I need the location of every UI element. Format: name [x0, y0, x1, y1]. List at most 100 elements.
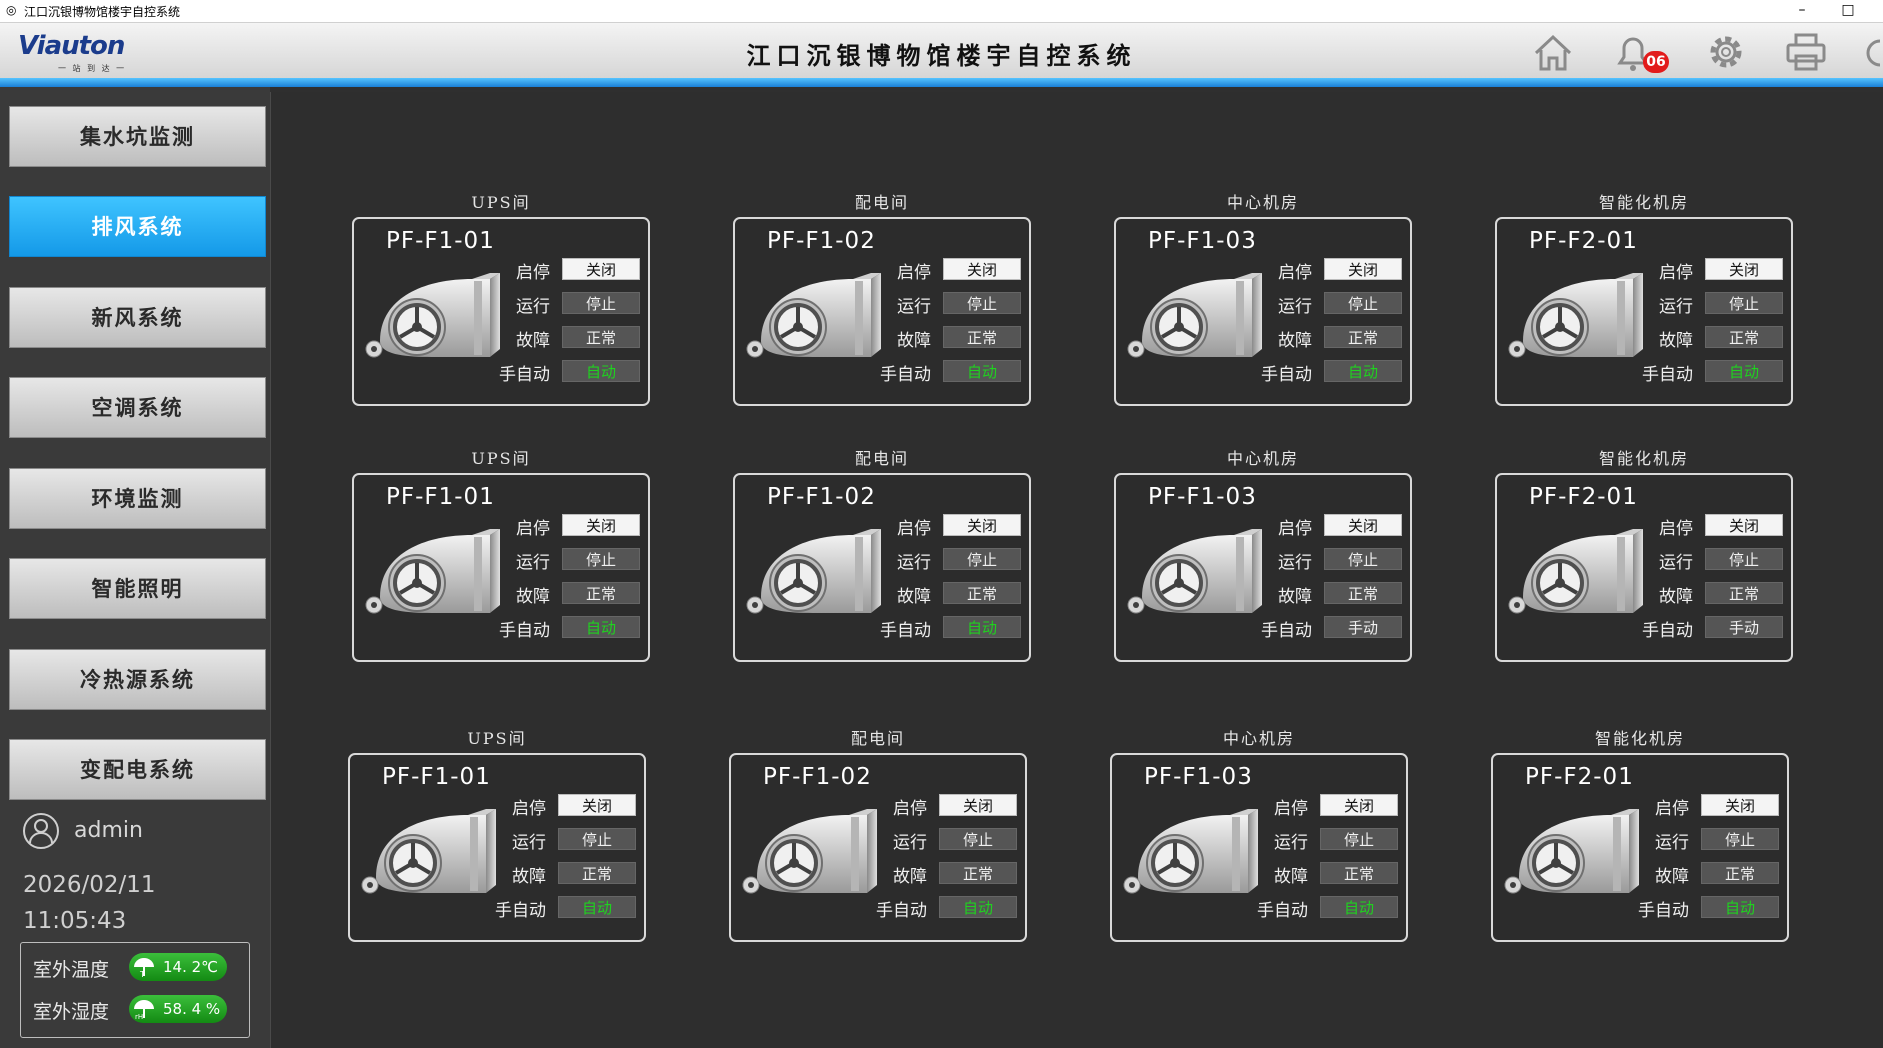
exhaust-fan-card[interactable]: PF-F2-01 启停 关闭 运行 — [1491, 753, 1789, 942]
fault-status-label: 故障 — [1278, 331, 1312, 351]
room-label: 智能化机房 — [1594, 729, 1685, 748]
window-title: 江口沉银博物馆楼宇自控系统 — [24, 5, 181, 19]
printer-icon[interactable] — [1783, 29, 1829, 75]
fault-status-label: 故障 — [897, 587, 931, 607]
fan-icon — [1123, 809, 1258, 894]
start-stop-label: 启停 — [893, 799, 927, 819]
auto-manual-value: 自动 — [1324, 360, 1402, 382]
start-stop-value[interactable]: 关闭 — [939, 794, 1017, 816]
sidebar-item-smart-lighting[interactable]: 智能照明 — [9, 558, 266, 619]
outdoor-humidity-value: 58. 4 % — [163, 1000, 221, 1018]
auto-manual-label: 手自动 — [880, 621, 931, 641]
sidebar-item-exhaust-system[interactable]: 排风系统 — [9, 196, 266, 257]
fault-status-value: 正常 — [1324, 326, 1402, 348]
start-stop-value[interactable]: 关闭 — [1324, 258, 1402, 280]
auto-manual-value: 自动 — [943, 616, 1021, 638]
fault-status-label: 故障 — [1659, 331, 1693, 351]
exhaust-fan-card[interactable]: PF-F1-01 启停 关闭 运行 停止 故障 正常 手自动 自动 — [352, 473, 650, 662]
sidebar-item-fresh-air-system[interactable]: 新风系统 — [9, 287, 266, 348]
auto-manual-label: 手自动 — [880, 365, 931, 385]
sidebar-item-air-conditioning[interactable]: 空调系统 — [9, 377, 266, 438]
fan-icon — [1127, 273, 1262, 358]
start-stop-value[interactable]: 关闭 — [1701, 794, 1779, 816]
exhaust-fan-card[interactable]: PF-F2-01 启停 关闭 运行 — [1495, 217, 1793, 406]
fan-icon — [365, 529, 500, 614]
user-name: admin — [74, 818, 143, 843]
minimize-button[interactable]: – — [1790, 1, 1814, 21]
run-status-label: 运行 — [1278, 553, 1312, 573]
auto-manual-label: 手自动 — [499, 365, 550, 385]
auto-manual-label: 手自动 — [1638, 901, 1689, 921]
fan-icon — [1504, 809, 1639, 894]
sidebar-item-cooling-heating-source[interactable]: 冷热源系统 — [9, 649, 266, 710]
outdoor-humidity-label: 室外湿度 — [33, 1001, 110, 1023]
fault-status-value: 正常 — [562, 582, 640, 604]
exhaust-fan-card[interactable]: PF-F1-03 启停 关闭 运行 — [1114, 217, 1412, 406]
maximize-button[interactable]: □ — [1836, 1, 1860, 21]
fan-code: PF-F1-03 — [1144, 764, 1253, 790]
room-label: 中心机房 — [1226, 193, 1299, 212]
outdoor-temperature-label: 室外温度 — [33, 959, 110, 981]
exhaust-fan-card[interactable]: PF-F1-02 启停 关闭 运行 停止 故障 正常 手自动 自动 — [733, 217, 1031, 406]
sidebar-item-sump-monitoring[interactable]: 集水坑监测 — [9, 106, 266, 167]
run-status-value: 停止 — [562, 292, 640, 314]
fault-status-label: 故障 — [1274, 867, 1308, 887]
auto-manual-label: 手自动 — [499, 621, 550, 641]
exhaust-fan-card[interactable]: PF-F2-01 启停 关闭 运行 — [1495, 473, 1793, 662]
auto-manual-value: 自动 — [939, 896, 1017, 918]
fault-status-value: 正常 — [939, 862, 1017, 884]
start-stop-value[interactable]: 关闭 — [558, 794, 636, 816]
svg-text:rH: rH — [135, 1013, 143, 1021]
auto-manual-label: 手自动 — [1261, 365, 1312, 385]
run-status-value: 停止 — [558, 828, 636, 850]
room-label: 智能化机房 — [1598, 193, 1689, 212]
auto-manual-label: 手自动 — [1642, 621, 1693, 641]
outdoor-humidity-badge: rH 58. 4 % — [129, 995, 227, 1023]
start-stop-value[interactable]: 关闭 — [1705, 514, 1783, 536]
fan-code: PF-F2-01 — [1529, 484, 1638, 510]
run-status-label: 运行 — [1655, 833, 1689, 853]
fan-code: PF-F1-01 — [386, 484, 495, 510]
svg-text:T: T — [139, 970, 145, 979]
exhaust-fan-card[interactable]: PF-F1-01 启停 关闭 运行 停止 故障 正常 手自动 自动 — [352, 217, 650, 406]
start-stop-value[interactable]: 关闭 — [943, 514, 1021, 536]
gear-icon[interactable] — [1703, 29, 1749, 75]
humidity-icon: rH — [134, 1000, 154, 1021]
start-stop-value[interactable]: 关闭 — [562, 514, 640, 536]
fault-status-label: 故障 — [516, 331, 550, 351]
room-label: 中心机房 — [1226, 449, 1299, 468]
exhaust-fan-card[interactable]: PF-F1-01 启停 关闭 运行 停止 故障 正常 手自动 自动 — [348, 753, 646, 942]
run-status-value: 停止 — [943, 548, 1021, 570]
sidebar-item-environment-monitoring[interactable]: 环境监测 — [9, 468, 266, 529]
app-header: Viauton 一 站 到 达 一 江口沉银博物馆楼宇自控系统 06 — [0, 23, 1883, 78]
exit-icon[interactable] — [1858, 29, 1883, 75]
fault-status-label: 故障 — [516, 587, 550, 607]
start-stop-value[interactable]: 关闭 — [562, 258, 640, 280]
auto-manual-value: 自动 — [558, 896, 636, 918]
run-status-label: 运行 — [897, 553, 931, 573]
fan-icon — [365, 273, 500, 358]
auto-manual-value: 手动 — [1324, 616, 1402, 638]
sidebar-item-power-distribution[interactable]: 变配电系统 — [9, 739, 266, 800]
run-status-value: 停止 — [1705, 292, 1783, 314]
exhaust-fan-card[interactable]: PF-F1-02 启停 关闭 运行 停止 故障 正常 手自动 自动 — [733, 473, 1031, 662]
auto-manual-value: 自动 — [1701, 896, 1779, 918]
start-stop-value[interactable]: 关闭 — [1705, 258, 1783, 280]
auto-manual-label: 手自动 — [1261, 621, 1312, 641]
fan-icon — [1508, 529, 1643, 614]
exhaust-fan-card[interactable]: PF-F1-03 启停 关闭 运行 — [1114, 473, 1412, 662]
main-panel: UPS间 PF-F1-01 启停 关闭 运行 停止 故障 正常 手自动 自动 配… — [270, 92, 1883, 1048]
start-stop-value[interactable]: 关闭 — [1324, 514, 1402, 536]
run-status-label: 运行 — [516, 297, 550, 317]
fan-code: PF-F1-03 — [1148, 484, 1257, 510]
start-stop-label: 启停 — [1659, 519, 1693, 539]
start-stop-value[interactable]: 关闭 — [943, 258, 1021, 280]
fault-status-value: 正常 — [1324, 582, 1402, 604]
exhaust-fan-card[interactable]: PF-F1-03 启停 关闭 运行 — [1110, 753, 1408, 942]
start-stop-value[interactable]: 关闭 — [1320, 794, 1398, 816]
exhaust-fan-card[interactable]: PF-F1-02 启停 关闭 运行 停止 故障 正常 手自动 自动 — [729, 753, 1027, 942]
fan-code: PF-F1-02 — [767, 484, 876, 510]
home-icon[interactable] — [1530, 29, 1576, 75]
fan-code: PF-F1-01 — [382, 764, 491, 790]
fan-icon — [1508, 273, 1643, 358]
